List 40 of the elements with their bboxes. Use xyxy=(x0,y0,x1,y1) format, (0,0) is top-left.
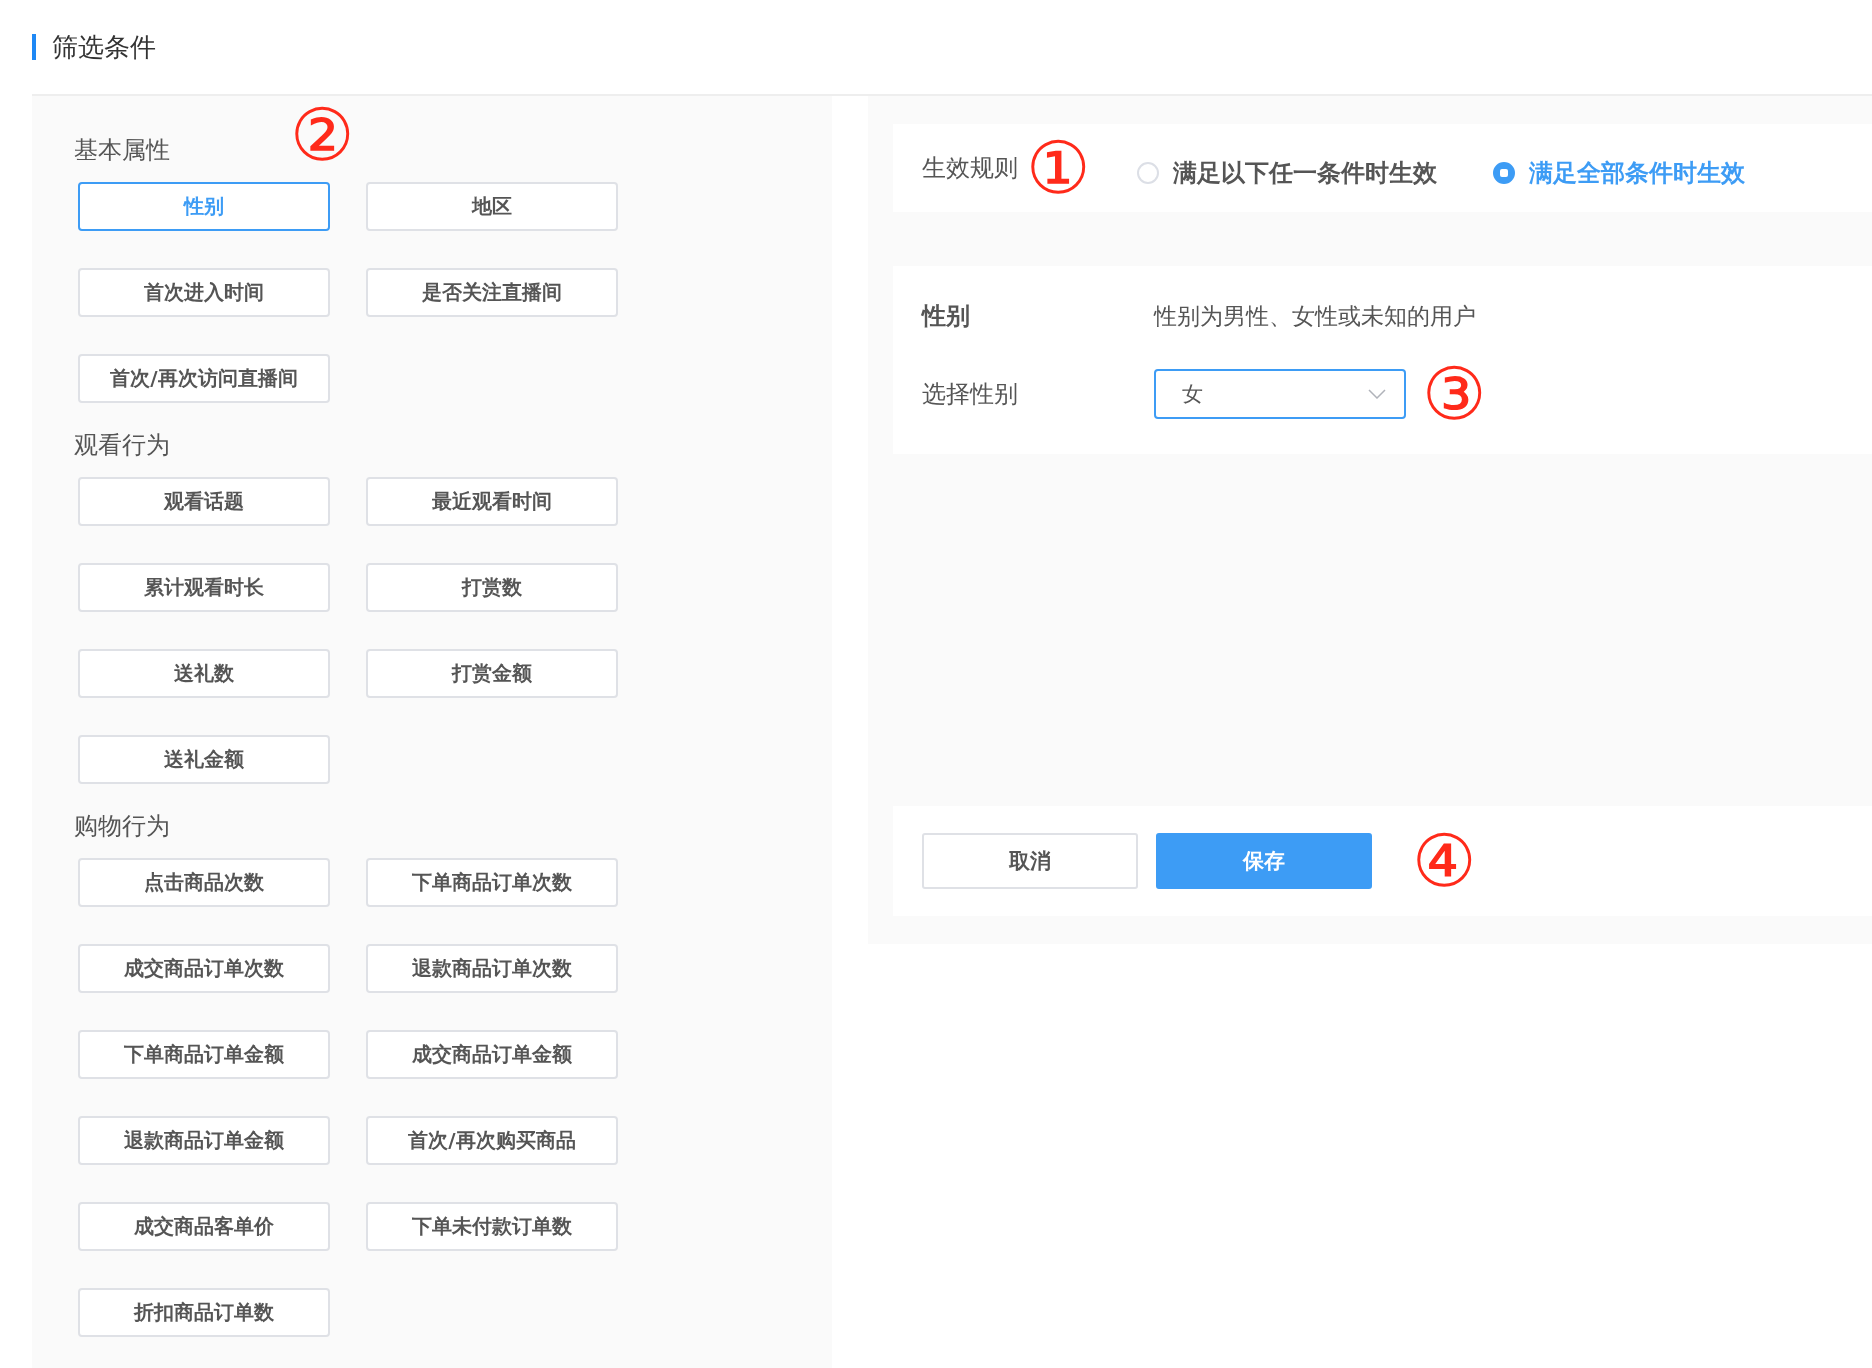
annotation-number: ② xyxy=(290,99,355,171)
condition-button[interactable]: 是否关注直播间 xyxy=(366,268,618,317)
annotation-number: ④ xyxy=(1412,825,1477,897)
condition-button[interactable]: 退款商品订单次数 xyxy=(366,944,618,993)
condition-button[interactable]: 成交商品订单金额 xyxy=(366,1030,618,1079)
radio-label[interactable]: 满足以下任一条件时生效 xyxy=(1172,157,1437,189)
category-title: 基本属性 xyxy=(74,135,170,166)
condition-button[interactable]: 累计观看时长 xyxy=(78,563,330,612)
condition-button[interactable]: 下单商品订单次数 xyxy=(366,858,618,907)
condition-name: 性别 xyxy=(922,301,971,332)
cancel-button[interactable]: 取消 xyxy=(922,833,1138,889)
section-title: 筛选条件 xyxy=(52,30,156,64)
rule-label: 生效规则 xyxy=(922,153,1018,184)
condition-button[interactable]: 成交商品订单次数 xyxy=(78,944,330,993)
chevron-down-icon xyxy=(1368,389,1386,399)
field-label: 选择性别 xyxy=(922,379,1019,410)
condition-button[interactable]: 折扣商品订单数 xyxy=(78,1288,330,1337)
condition-description: 性别为男性、女性或未知的用户 xyxy=(1154,301,1476,331)
category-title: 购物行为 xyxy=(74,811,170,842)
condition-button[interactable]: 首次进入时间 xyxy=(78,268,330,317)
condition-button[interactable]: 送礼数 xyxy=(78,649,330,698)
condition-button[interactable]: 下单未付款订单数 xyxy=(366,1202,618,1251)
annotation-number: ① xyxy=(1026,132,1091,204)
category-title: 观看行为 xyxy=(74,430,170,461)
radio-button[interactable] xyxy=(1492,162,1515,184)
condition-button[interactable]: 观看话题 xyxy=(78,477,330,526)
condition-button[interactable]: 点击商品次数 xyxy=(78,858,330,907)
condition-button[interactable]: 最近观看时间 xyxy=(366,477,618,526)
condition-button[interactable]: 打赏数 xyxy=(366,563,618,612)
condition-button[interactable]: 成交商品客单价 xyxy=(78,1202,330,1251)
condition-button[interactable]: 退款商品订单金额 xyxy=(78,1116,330,1165)
annotation-number: ③ xyxy=(1422,358,1487,430)
condition-button[interactable]: 送礼金额 xyxy=(78,735,330,784)
condition-button[interactable]: 首次/再次访问直播间 xyxy=(78,354,330,403)
gender-select[interactable]: 女 xyxy=(1154,369,1406,419)
accent-bar xyxy=(32,34,36,60)
condition-button[interactable]: 首次/再次购买商品 xyxy=(366,1116,618,1165)
condition-button[interactable]: 下单商品订单金额 xyxy=(78,1030,330,1079)
condition-button[interactable]: 地区 xyxy=(366,182,618,231)
condition-button[interactable]: 打赏金额 xyxy=(366,649,618,698)
